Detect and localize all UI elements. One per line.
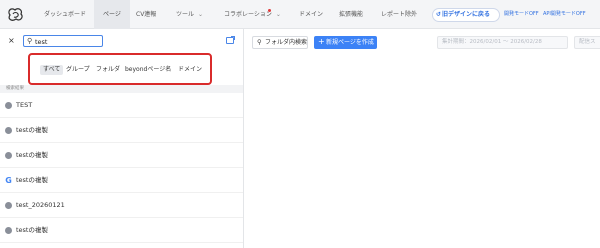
export-icon[interactable] [226,36,235,44]
period-selector[interactable]: 集計期間：2026/02/01 〜 2026/02/28 [437,36,568,49]
filter-chip-domain[interactable]: ドメイン [178,65,202,75]
logo-icon[interactable] [6,6,26,23]
nav-item-extensions[interactable]: 拡張機能 [339,0,363,29]
search-icon: ⚲ [257,38,262,46]
search-panel: × ⚲ すべて グループ フォルダ beyondページ名 ドメイン 検索結果 T… [0,29,244,248]
back-arrow-icon: ↺ [436,11,442,18]
delivery-status-selector[interactable]: 配信ス [574,36,600,49]
nav-item-cv-report[interactable]: CV連報 [136,0,156,29]
search-icon: ⚲ [27,37,33,45]
api-dev-mode-toggle[interactable]: API開発モードOFF [543,10,586,17]
notification-dot [268,9,271,12]
filter-chip-all[interactable]: すべて [40,65,64,75]
folder-search-button[interactable]: ⚲ フォルダ内検索 [252,36,308,49]
nav-item-collaboration[interactable]: コラボレーション ⌄ [224,0,281,29]
plus-icon: + [318,37,325,46]
old-design-button[interactable]: ↺ 旧デザインに戻る [432,8,500,22]
search-input[interactable] [35,37,101,46]
filter-chip-beyond-page-name[interactable]: beyondページ名 [125,65,171,75]
google-icon: G [5,176,12,185]
close-icon[interactable]: × [8,37,16,45]
nav-item-report-exclusion[interactable]: レポート除外 [381,0,417,29]
results-label: 検索結果 [0,85,243,93]
nav-item-dashboard[interactable]: ダッシュボード [44,0,86,29]
nav-item-tools[interactable]: ツール ⌄ [176,0,203,29]
list-item[interactable]: testの複製 [0,144,243,168]
filter-chip-folder[interactable]: フォルダ [96,65,120,75]
page-icon [5,102,12,109]
chevron-down-icon: ⌄ [275,11,281,18]
page-icon [5,202,12,209]
filter-chips: すべて グループ フォルダ beyondページ名 ドメイン [28,53,212,85]
page-icon [5,227,12,234]
list-item[interactable]: testの複製 [0,119,243,143]
list-item[interactable]: G testの複製 [0,169,243,193]
search-field[interactable]: ⚲ [23,35,103,47]
page-icon [5,127,12,134]
list-item[interactable]: TEST [0,94,243,118]
chevron-down-icon: ⌄ [198,11,204,18]
nav-item-domain[interactable]: ドメイン [299,0,323,29]
filter-chip-group[interactable]: グループ [66,65,90,75]
dev-mode-toggle[interactable]: 開発モードOFF [504,10,539,17]
page-icon [5,152,12,159]
list-item[interactable]: test_20260121 [0,194,243,218]
nav-item-pages[interactable]: ページ [94,0,130,29]
top-navigation: ダッシュボード ページ CV連報 ツール ⌄ コラボレーション ⌄ ドメイン 拡張機… [0,0,600,29]
new-page-button[interactable]: + 新規ページを作成 [314,36,377,49]
list-item[interactable]: testの複製 [0,219,243,243]
